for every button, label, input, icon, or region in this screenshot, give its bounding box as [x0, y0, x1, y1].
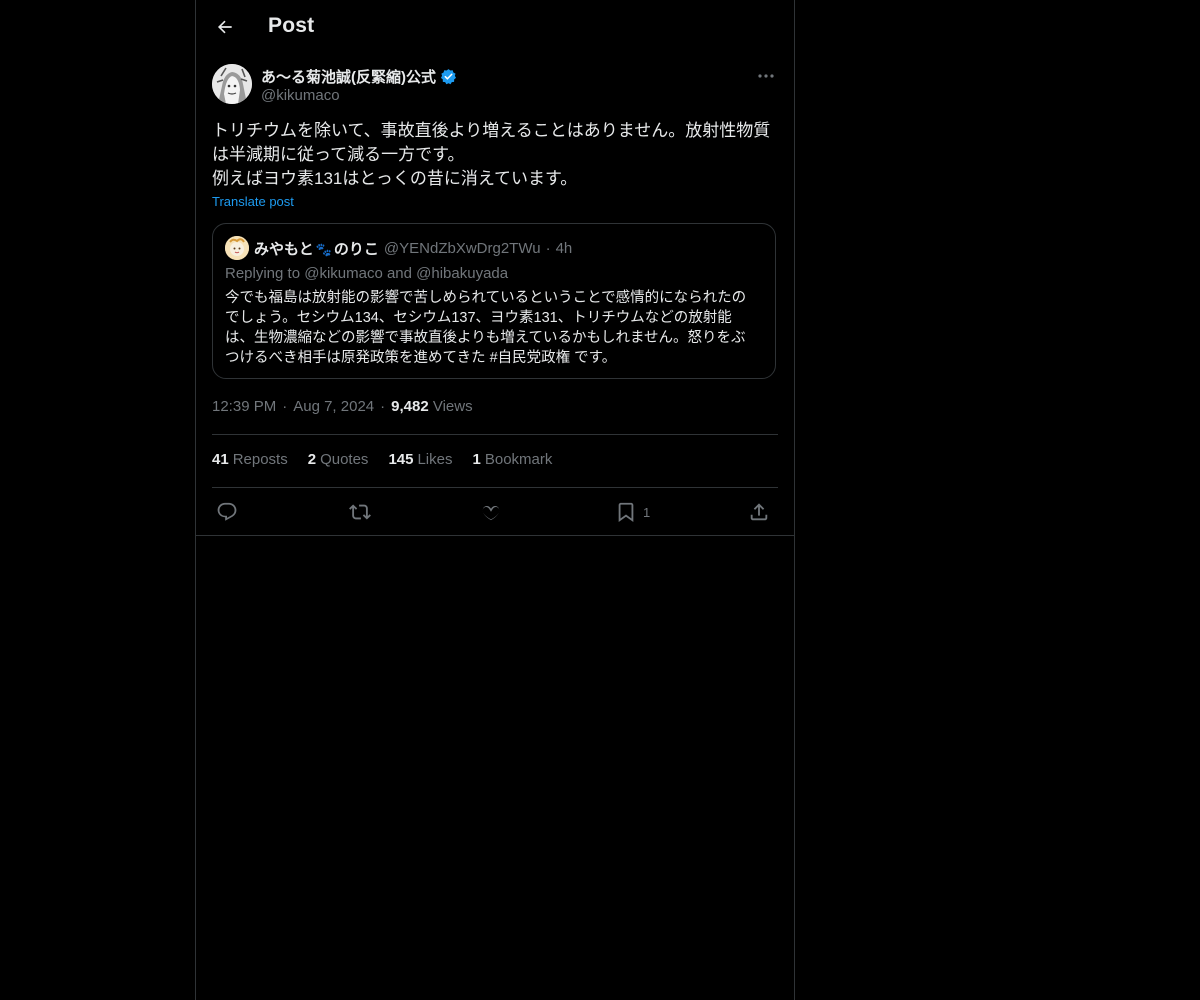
post-text-line: は半減期に従って減る一方です。	[212, 145, 465, 164]
bookmarks-stat[interactable]: 1 Bookmark	[473, 451, 553, 468]
meta-separator: ·	[282, 398, 288, 415]
page-title: Post	[268, 14, 315, 37]
post-text-line: トリチウムを除いて、事故直後より増えることはありません。放射性物質	[212, 121, 771, 140]
post-time[interactable]: 12:39 PM	[212, 398, 276, 415]
quoted-author-name-part1: みやもと	[254, 240, 314, 258]
share-button[interactable]	[748, 499, 770, 525]
views-count: 9,482	[391, 398, 429, 415]
quoted-author-name-part2: のりこ	[333, 240, 379, 258]
author-name-container[interactable]: あ〜る菊池誠(反緊縮)公式	[261, 66, 457, 87]
quotes-count: 2	[307, 451, 317, 468]
quoted-post-card[interactable]: みやもと 🐾 のりこ @YENdZbXwDrg2TWu · 4h Replying …	[212, 223, 776, 379]
quoted-post-text: 今でも福島は放射能の影響で苦しめられているということで感情的になられたの でしょ…	[225, 288, 767, 368]
author-avatar[interactable]	[212, 64, 252, 104]
post-text: トリチウムを除いて、事故直後より増えることはありません。放射性物質 は半減期に従…	[212, 119, 778, 191]
post-date[interactable]: Aug 7, 2024	[293, 398, 374, 415]
quoted-author-handle: @YENdZbXwDrg2TWu	[383, 239, 541, 257]
quoted-text-line: は、生物濃縮などの影響で事故直後よりも増えているかもしれません。怒りをぶ	[225, 330, 746, 346]
reply-button[interactable]	[216, 499, 238, 525]
divider	[212, 434, 778, 435]
post-meta: 12:39 PM · Aug 7, 2024 · 9,482 Views	[212, 398, 473, 415]
post-bottom-border	[196, 535, 794, 536]
repost-button[interactable]	[349, 499, 371, 525]
quoted-author-avatar	[225, 236, 249, 260]
bookmarks-label: Bookmark	[484, 451, 553, 468]
author-name: あ〜る菊池誠(反緊縮)公式	[261, 69, 436, 86]
meta-separator: ·	[380, 398, 386, 415]
more-options-button[interactable]	[754, 66, 778, 86]
arrow-left-icon	[217, 20, 232, 34]
likes-label: Likes	[417, 451, 453, 468]
quoted-text-line: 今でも福島は放射能の影響で苦しめられているということで感情的になられたの	[225, 290, 747, 306]
likes-stat[interactable]: 145 Likes	[388, 451, 452, 468]
quotes-stat[interactable]: 2 Quotes	[308, 451, 369, 468]
bookmark-icon	[618, 502, 634, 523]
quoted-text-line: つけるべき相手は原発政策を進めてきた #自民党政権 です。	[225, 350, 617, 366]
back-button[interactable]	[210, 12, 240, 42]
quoted-text-line: でしょう。セシウム134、セシウム137、ヨウ素131、トリチウムなどの放射能	[225, 310, 732, 326]
share-icon	[750, 503, 768, 521]
quoted-post-time: 4h	[555, 239, 573, 257]
quoted-author-name: みやもと 🐾 のりこ	[254, 238, 379, 259]
page-header: Post	[196, 0, 794, 54]
author-row: あ〜る菊池誠(反緊縮)公式 @kikumaco	[212, 64, 778, 108]
author-handle[interactable]: @kikumaco	[261, 87, 340, 104]
reposts-label: Reposts	[232, 451, 288, 468]
likes-count: 145	[388, 451, 414, 468]
reply-icon	[217, 502, 237, 521]
paw-icon: 🐾	[315, 241, 332, 257]
post-actions: 1	[212, 497, 778, 527]
reposts-stat[interactable]: 41 Reposts	[212, 451, 288, 468]
reposts-count: 41	[212, 451, 229, 468]
quoted-post-header: みやもと 🐾 のりこ @YENdZbXwDrg2TWu · 4h	[225, 236, 572, 260]
repost-icon	[349, 504, 371, 520]
translate-post-link[interactable]: Translate post	[212, 194, 294, 209]
views-label: Views	[432, 398, 473, 415]
heart-icon	[482, 506, 500, 521]
bookmark-action-count: 1	[643, 504, 651, 520]
post-text-line: 例えばヨウ素131はとっくの昔に消えています。	[212, 169, 578, 188]
avatar-image	[212, 64, 252, 104]
more-dots-icon	[758, 74, 774, 78]
like-button[interactable]	[480, 499, 502, 525]
post-detail-column: Post あ〜る菊池誠(反緊縮)公式 @kikumaco トリチウムを除いて、事…	[195, 0, 795, 1000]
quoted-separator: ·	[545, 239, 551, 257]
divider	[212, 487, 778, 488]
bookmarks-count: 1	[472, 451, 481, 468]
bookmark-button[interactable]: 1	[615, 499, 650, 525]
engagement-stats: 41 Reposts 2 Quotes 145 Likes 1 Bookmark	[212, 451, 552, 468]
quotes-label: Quotes	[320, 451, 369, 468]
verified-badge-icon	[440, 68, 457, 85]
quoted-replying-to: Replying to @kikumaco and @hibakuyada	[225, 265, 509, 282]
